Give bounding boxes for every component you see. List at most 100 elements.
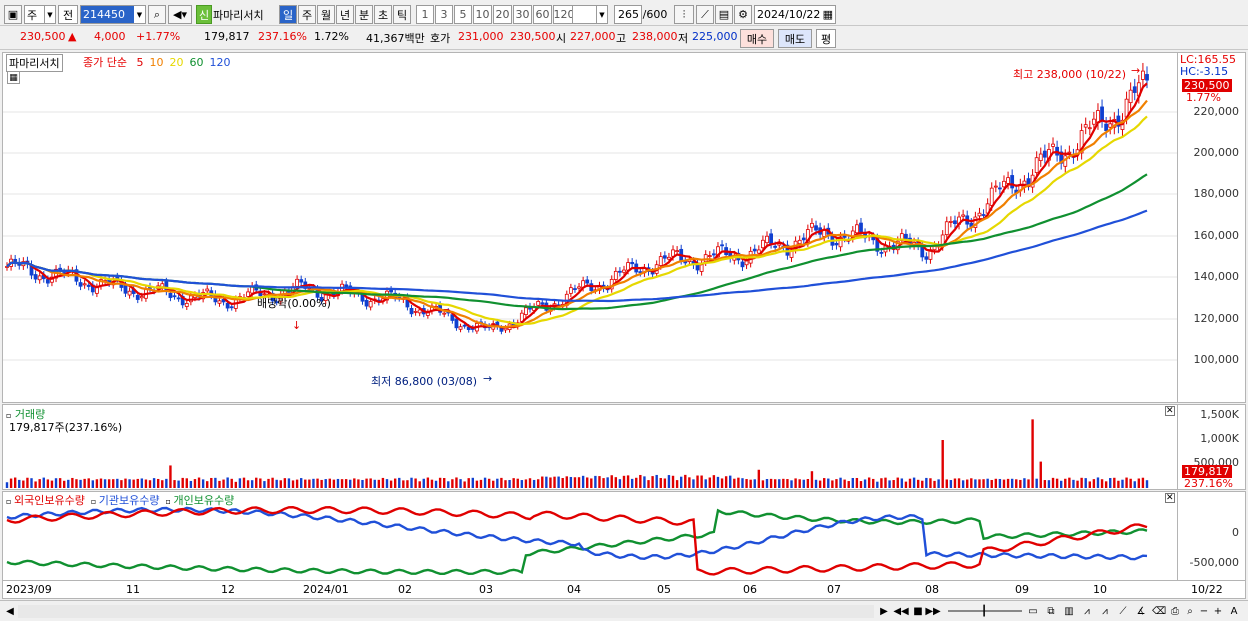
- rewind-icon[interactable]: ◀◀: [893, 604, 908, 619]
- code-dropdown[interactable]: ▼: [134, 5, 146, 24]
- count-input[interactable]: 265: [614, 5, 642, 24]
- volume-bar: [557, 476, 560, 488]
- layout-icon[interactable]: ▭: [1026, 604, 1040, 619]
- clear-tool-icon[interactable]: ⌫: [1152, 604, 1166, 619]
- interval-button-30[interactable]: 30: [513, 5, 532, 24]
- volume-bar: [406, 480, 409, 488]
- scroll-track[interactable]: [18, 605, 874, 618]
- price-chart[interactable]: ↓: [3, 53, 1177, 402]
- interval-button-1[interactable]: 1: [416, 5, 434, 24]
- angle-tool-icon[interactable]: ∡: [1134, 604, 1148, 619]
- interval-button-10[interactable]: 10: [473, 5, 492, 24]
- sell-button[interactable]: 매도: [778, 29, 812, 48]
- price-axis: LC:165.55 HC:-3.15 230,500 1.77% 220,000…: [1178, 52, 1246, 403]
- fibo-tool-icon[interactable]: ⟋: [1116, 604, 1130, 619]
- volume-bar: [312, 478, 315, 488]
- price-panel-title[interactable]: 파마리서치: [6, 54, 63, 72]
- flat-button[interactable]: 평: [816, 29, 836, 48]
- holdings-legend-item[interactable]: ▫ 기관보유수량: [91, 494, 160, 507]
- tab-period-6[interactable]: 틱: [393, 5, 411, 24]
- ma-legend-item[interactable]: 60: [189, 56, 203, 69]
- scroll-left-icon[interactable]: ◀: [4, 604, 16, 619]
- ma-legend-item[interactable]: 20: [169, 56, 183, 69]
- volume-bar: [504, 480, 507, 488]
- volume-bar: [896, 477, 899, 488]
- tab-period-1[interactable]: 주: [298, 5, 316, 24]
- volume-bar: [1006, 478, 1010, 488]
- tab-period-5[interactable]: 초: [374, 5, 392, 24]
- table-icon[interactable]: ▦: [7, 71, 20, 84]
- volume-bar: [704, 479, 707, 488]
- search-icon[interactable]: ⌕: [148, 5, 166, 24]
- stop-icon[interactable]: ■: [912, 604, 924, 619]
- candle: [744, 260, 749, 266]
- window-icon[interactable]: ▣: [4, 5, 22, 24]
- tab-period-0[interactable]: 일: [279, 5, 297, 24]
- tab-period-3[interactable]: 년: [336, 5, 354, 24]
- volume-bar: [553, 476, 556, 488]
- holdings-axis: 0 -500,000: [1178, 491, 1246, 581]
- interval-button-3[interactable]: 3: [435, 5, 453, 24]
- volume-panel[interactable]: ▫ 거래량 179,817주(237.16%) ✕: [2, 404, 1178, 490]
- split-icon[interactable]: ▥: [1062, 604, 1076, 619]
- candle: [961, 214, 966, 217]
- zoom-icon[interactable]: ⌕: [1184, 604, 1196, 619]
- holdings-legend[interactable]: ▫ 외국인보유수량 ▫ 기관보유수량 ▫ 개인보유수량: [6, 492, 240, 508]
- line-tool-icon[interactable]: ⩘: [1080, 604, 1094, 619]
- candle: [613, 270, 618, 280]
- trend-tool-icon[interactable]: ⩘: [1098, 604, 1112, 619]
- price-chart-panel[interactable]: ↓ 파마리서치 종가 단순 5 10 20 60 120 ▦ 최고 238,000 (1…: [2, 52, 1178, 403]
- candle: [977, 212, 982, 217]
- ma-legend[interactable]: 종가 단순 5 10 20 60 120: [83, 54, 230, 70]
- type-select[interactable]: 주 ▼: [24, 5, 56, 24]
- date-input[interactable]: 2024/10/22 ▦: [754, 5, 836, 24]
- zoom-in-icon[interactable]: +: [1212, 604, 1224, 619]
- candle: [1026, 178, 1031, 185]
- interval-custom-select[interactable]: ▼: [572, 5, 608, 24]
- candle: [442, 312, 447, 315]
- ma-legend-item[interactable]: 5: [136, 56, 143, 69]
- tab-period-2[interactable]: 월: [317, 5, 335, 24]
- candle: [675, 250, 680, 253]
- close-icon[interactable]: ✕: [1165, 406, 1175, 416]
- zoom-out-icon[interactable]: −: [1198, 604, 1210, 619]
- volume-bar: [667, 475, 671, 488]
- indicator-icon[interactable]: ⫶: [674, 5, 694, 24]
- calendar-icon[interactable]: ▦: [823, 8, 833, 21]
- ma-legend-item[interactable]: 10: [149, 56, 163, 69]
- holdings-legend-item[interactable]: ▫ 외국인보유수량: [6, 494, 85, 507]
- volume-bar: [402, 480, 405, 488]
- volume-bar: [618, 479, 622, 488]
- copy-icon[interactable]: ⧉: [1044, 604, 1058, 619]
- zoom-slider-handle[interactable]: ┃: [980, 604, 988, 619]
- candle: [711, 253, 716, 256]
- text-tool-icon[interactable]: A: [1228, 604, 1240, 619]
- interval-button-5[interactable]: 5: [454, 5, 472, 24]
- scroll-bar[interactable]: ◀ ▶ ◀◀ ■ ▶▶ ┃ ▭ ⧉ ▥ ⩘ ⩘ ⟋ ∡ ⌫ ⎙ ⌕ − + A: [0, 600, 1248, 621]
- volume-bar: [561, 478, 564, 488]
- volume-chart[interactable]: [3, 405, 1177, 489]
- holdings-panel[interactable]: ▫ 외국인보유수량 ▫ 기관보유수량 ▫ 개인보유수량 ✕: [2, 491, 1178, 581]
- gear-icon[interactable]: ⚙: [734, 5, 752, 24]
- ma-legend-item[interactable]: 120: [209, 56, 230, 69]
- print-icon[interactable]: ⎙: [1168, 604, 1182, 619]
- x-axis-label: 02: [398, 583, 412, 596]
- volume-bar: [994, 478, 998, 488]
- interval-button-20[interactable]: 20: [493, 5, 512, 24]
- interval-button-60[interactable]: 60: [533, 5, 552, 24]
- volume-bar: [966, 479, 969, 488]
- holdings-legend-item[interactable]: ▫ 개인보유수량: [166, 494, 235, 507]
- save-icon[interactable]: ▤: [715, 5, 733, 24]
- volume-bar: [696, 475, 699, 488]
- volume-bar: [545, 476, 548, 488]
- hc-value: HC:-3.15: [1180, 65, 1229, 78]
- speaker-icon[interactable]: ◀▾: [168, 5, 192, 24]
- draw-icon[interactable]: ⟋: [696, 5, 714, 24]
- volume-bar: [304, 479, 307, 488]
- market-select[interactable]: 전: [58, 5, 78, 24]
- fast-forward-icon[interactable]: ▶▶: [925, 604, 940, 619]
- scroll-right-icon[interactable]: ▶: [878, 604, 890, 619]
- tab-period-4[interactable]: 분: [355, 5, 373, 24]
- buy-button[interactable]: 매수: [740, 29, 774, 48]
- close-icon[interactable]: ✕: [1165, 493, 1175, 503]
